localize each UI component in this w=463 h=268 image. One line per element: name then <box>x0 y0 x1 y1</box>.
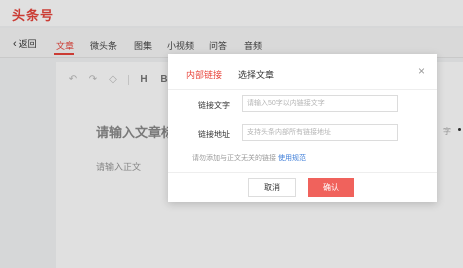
confirm-button[interactable]: 确认 <box>308 178 354 197</box>
dialog-footer <box>168 172 437 202</box>
link-url-input[interactable] <box>242 124 398 141</box>
tab-internal-link[interactable]: 内部链接 <box>186 68 222 81</box>
usage-rules-link[interactable]: 使用规范 <box>278 155 306 162</box>
hint-text: 请勿添加与正文无关的链接 <box>192 155 276 162</box>
link-hint: 请勿添加与正文无关的链接 使用规范 <box>192 153 306 163</box>
dialog-tabs: 内部链接 选择文章 × <box>168 54 437 90</box>
insert-link-dialog: 内部链接 选择文章 × 链接文字 链接地址 请勿添加与正文无关的链接 使用规范 … <box>168 54 437 202</box>
close-icon[interactable]: × <box>418 64 425 78</box>
tab-select-article[interactable]: 选择文章 <box>238 68 274 81</box>
cancel-button[interactable]: 取消 <box>248 178 296 197</box>
link-text-label: 链接文字 <box>198 101 230 110</box>
link-url-label: 链接地址 <box>198 130 230 139</box>
link-text-input[interactable] <box>242 95 398 112</box>
